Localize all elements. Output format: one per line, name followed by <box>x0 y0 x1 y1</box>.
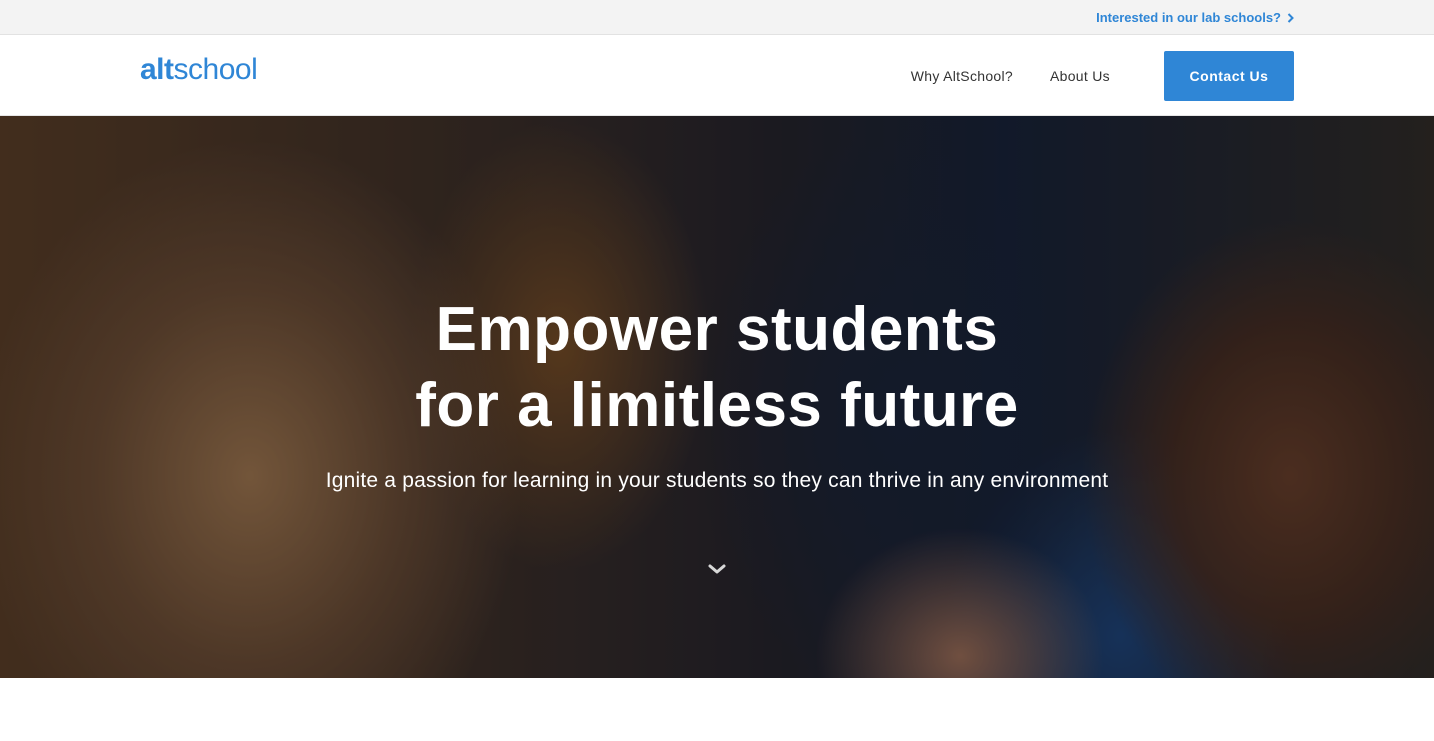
hero-title-line-2: for a limitless future <box>415 371 1019 440</box>
nav-links: Why AltSchool? About Us Contact Us <box>911 51 1294 101</box>
lab-schools-link-label: Interested in our lab schools? <box>1096 10 1281 25</box>
lab-schools-link[interactable]: Interested in our lab schools? <box>1096 10 1294 25</box>
nav-link-why-altschool[interactable]: Why AltSchool? <box>911 68 1013 84</box>
chevron-down-icon[interactable] <box>706 561 728 577</box>
nav-link-about-us[interactable]: About Us <box>1050 68 1110 84</box>
hero-title: Empower students for a limitless future <box>0 292 1434 444</box>
main-navigation: altschool Why AltSchool? About Us Contac… <box>0 35 1434 116</box>
hero-subtitle: Ignite a passion for learning in your st… <box>325 469 1109 492</box>
contact-us-button[interactable]: Contact Us <box>1164 51 1294 101</box>
logo-text-alt: alt <box>140 53 174 86</box>
hero-section: Empower students for a limitless future … <box>0 116 1434 678</box>
chevron-right-icon <box>1287 12 1294 23</box>
hero-title-line-1: Empower students <box>435 295 999 364</box>
logo-text-school: school <box>173 53 258 86</box>
top-announcement-bar: Interested in our lab schools? <box>0 0 1434 35</box>
altschool-logo[interactable]: altschool <box>140 53 258 86</box>
